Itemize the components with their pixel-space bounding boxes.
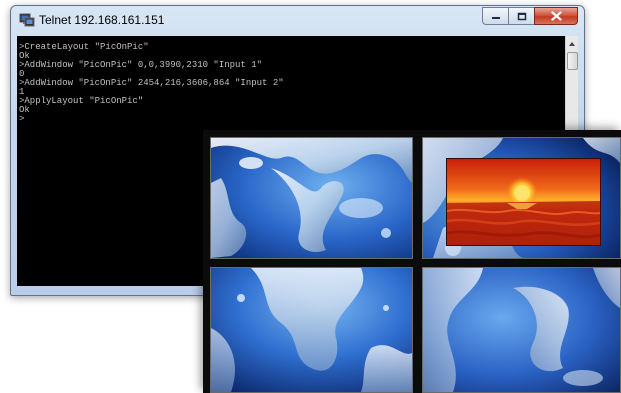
console-line: >CreateLayout "PicOnPic" (19, 42, 149, 52)
window-title: Telnet 192.168.161.151 (39, 13, 165, 27)
video-panel-bottom-right (422, 267, 621, 393)
scroll-thumb[interactable] (567, 52, 578, 70)
video-wall (203, 130, 621, 393)
title-bar[interactable]: Telnet 192.168.161.151 (11, 6, 584, 34)
telnet-terminal-icon (19, 12, 35, 28)
water-splash-image (211, 268, 412, 392)
water-splash-image (423, 268, 620, 392)
pip-window-input-2 (446, 158, 601, 246)
minimize-button[interactable] (482, 7, 508, 25)
sunset-over-sea-image (447, 159, 600, 245)
minimize-icon (491, 17, 500, 19)
video-panel-top-left (210, 137, 413, 259)
water-splash-image (211, 138, 412, 258)
close-button[interactable] (534, 7, 578, 25)
console-line: Ok (19, 105, 30, 115)
maximize-icon (517, 12, 526, 20)
caption-buttons (482, 7, 578, 25)
video-panel-bottom-left (210, 267, 413, 393)
scroll-up-arrow-icon[interactable] (566, 37, 578, 51)
console-line: >ApplyLayout "PicOnPic" (19, 96, 144, 106)
maximize-button[interactable] (508, 7, 534, 25)
console-line: >AddWindow "PicOnPic" 2454,216,3606,864 … (19, 78, 284, 88)
console-line: >AddWindow "PicOnPic" 0,0,3990,2310 "Inp… (19, 60, 263, 70)
console-prompt: > (19, 114, 25, 124)
close-icon (550, 11, 562, 21)
